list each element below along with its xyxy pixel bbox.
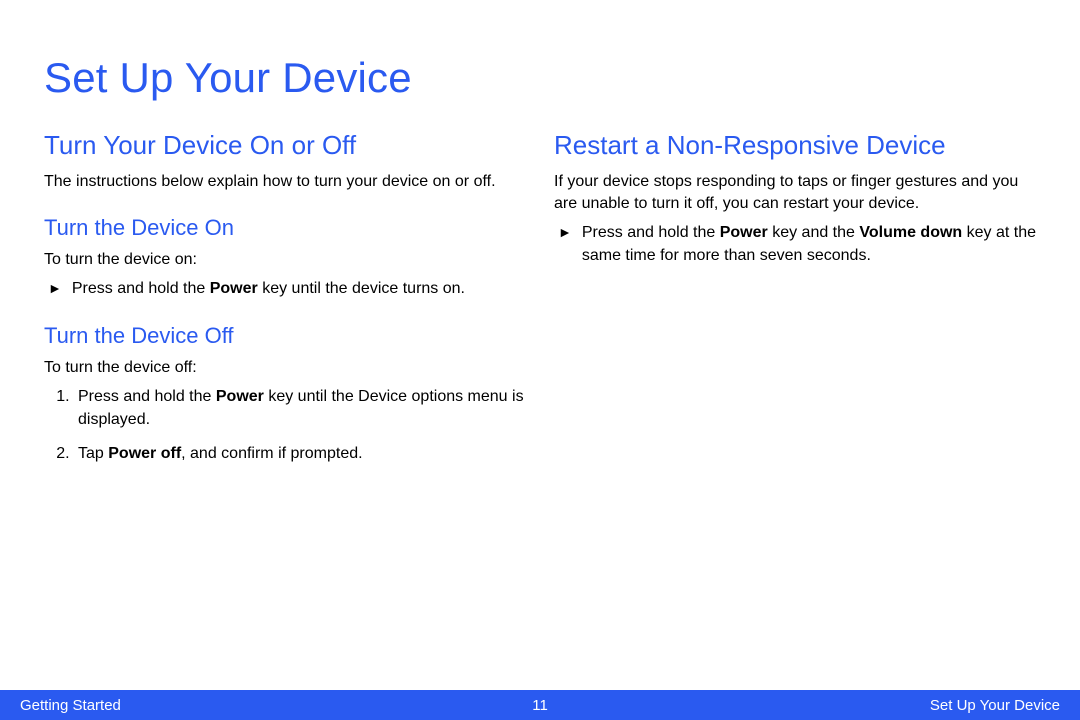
- bullet-item-restart: ► Press and hold the Power key and the V…: [554, 222, 1036, 267]
- bullet-item-turn-on: ► Press and hold the Power key until the…: [44, 278, 526, 300]
- column-layout: Turn Your Device On or Off The instructi…: [44, 130, 1036, 478]
- section-heading-on-off: Turn Your Device On or Off: [44, 130, 526, 161]
- lead-text-turn-on: To turn the device on:: [44, 249, 526, 271]
- footer-page-number: 11: [532, 697, 548, 714]
- bold-power-off: Power off: [108, 445, 181, 462]
- footer-section-name: Getting Started: [20, 697, 121, 714]
- content-area: Set Up Your Device Turn Your Device On o…: [0, 0, 1080, 478]
- triangle-bullet-icon: ►: [48, 278, 62, 299]
- sub-heading-turn-on: Turn the Device On: [44, 215, 526, 241]
- text-fragment: , and confirm if prompted.: [181, 445, 362, 462]
- intro-text: The instructions below explain how to tu…: [44, 171, 526, 193]
- section-heading-restart: Restart a Non-Responsive Device: [554, 130, 1036, 161]
- bold-power: Power: [210, 280, 258, 297]
- lead-text-turn-off: To turn the device off:: [44, 357, 526, 379]
- triangle-bullet-icon: ►: [558, 222, 572, 243]
- intro-text-restart: If your device stops responding to taps …: [554, 171, 1036, 214]
- numbered-list-turn-off: Press and hold the Power key until the D…: [44, 386, 526, 465]
- sub-heading-turn-off: Turn the Device Off: [44, 323, 526, 349]
- bold-power: Power: [216, 388, 264, 405]
- right-column: Restart a Non-Responsive Device If your …: [554, 130, 1036, 478]
- bullet-text-restart: Press and hold the Power key and the Vol…: [582, 222, 1036, 267]
- page-title: Set Up Your Device: [44, 54, 1036, 102]
- text-fragment: Press and hold the: [72, 280, 210, 297]
- bold-volume-down: Volume down: [859, 224, 962, 241]
- document-page: Set Up Your Device Turn Your Device On o…: [0, 0, 1080, 720]
- text-fragment: Press and hold the: [582, 224, 720, 241]
- text-fragment: key and the: [768, 224, 860, 241]
- footer-topic-name: Set Up Your Device: [930, 697, 1060, 714]
- text-fragment: key until the device turns on.: [258, 280, 465, 297]
- page-footer: Getting Started 11 Set Up Your Device: [0, 690, 1080, 720]
- left-column: Turn Your Device On or Off The instructi…: [44, 130, 526, 478]
- list-item: Press and hold the Power key until the D…: [74, 386, 526, 431]
- bold-power: Power: [720, 224, 768, 241]
- text-fragment: Tap: [78, 445, 108, 462]
- list-item: Tap Power off, and confirm if prompted.: [74, 443, 526, 465]
- bullet-text-turn-on: Press and hold the Power key until the d…: [72, 278, 526, 300]
- text-fragment: Press and hold the: [78, 388, 216, 405]
